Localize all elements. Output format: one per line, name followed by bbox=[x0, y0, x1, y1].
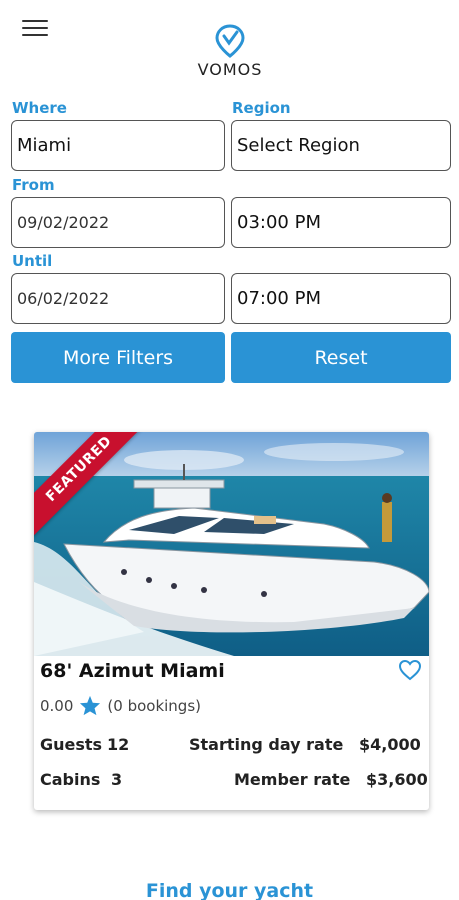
brand-name: VOMOS bbox=[197, 60, 263, 79]
guests-label: Guests bbox=[40, 735, 103, 754]
from-time-input[interactable]: 03:00 PM bbox=[231, 197, 451, 248]
from-date-input[interactable]: 09/02/2022 bbox=[11, 197, 225, 248]
day-rate-value: $4,000 bbox=[359, 735, 421, 754]
from-time-value: 03:00 PM bbox=[237, 212, 321, 233]
day-rate-label: Starting day rate bbox=[189, 735, 344, 754]
until-time-value: 07:00 PM bbox=[237, 288, 321, 309]
heart-outline-icon[interactable] bbox=[398, 659, 422, 681]
more-filters-button[interactable]: More Filters bbox=[11, 332, 225, 383]
vomos-logo[interactable]: VOMOS bbox=[190, 24, 270, 82]
cabins-value: 3 bbox=[111, 770, 123, 789]
from-label: From bbox=[12, 176, 55, 194]
where-value: Miami bbox=[17, 135, 72, 156]
until-date-value: 06/02/2022 bbox=[17, 289, 110, 308]
bookings-count: (0 bookings) bbox=[107, 696, 201, 715]
yacht-listing-card[interactable]: FEATURED 68' Azimut Miami 0.00 (0 bookin… bbox=[34, 432, 429, 810]
member-rate-value: $3,600 bbox=[366, 770, 428, 789]
star-icon bbox=[80, 695, 101, 716]
region-value: Select Region bbox=[237, 135, 360, 156]
where-label: Where bbox=[12, 99, 67, 117]
until-date-input[interactable]: 06/02/2022 bbox=[11, 273, 225, 324]
find-your-yacht-link[interactable]: Find your yacht bbox=[0, 880, 459, 900]
guests-value: 12 bbox=[107, 735, 130, 754]
member-rate-label: Member rate bbox=[234, 770, 351, 789]
cabins-label: Cabins bbox=[40, 770, 101, 789]
until-label: Until bbox=[12, 252, 53, 270]
rating-row: 0.00 (0 bookings) bbox=[40, 695, 201, 716]
until-time-input[interactable]: 07:00 PM bbox=[231, 273, 451, 324]
region-select[interactable]: Select Region bbox=[231, 120, 451, 171]
hamburger-menu-icon[interactable] bbox=[22, 20, 48, 40]
rating-value: 0.00 bbox=[40, 696, 74, 715]
reset-button[interactable]: Reset bbox=[231, 332, 451, 383]
location-pin-check-icon bbox=[215, 24, 245, 58]
yacht-title[interactable]: 68' Azimut Miami bbox=[40, 660, 225, 682]
where-input[interactable]: Miami bbox=[11, 120, 225, 171]
from-date-value: 09/02/2022 bbox=[17, 213, 110, 232]
region-label: Region bbox=[232, 99, 291, 117]
